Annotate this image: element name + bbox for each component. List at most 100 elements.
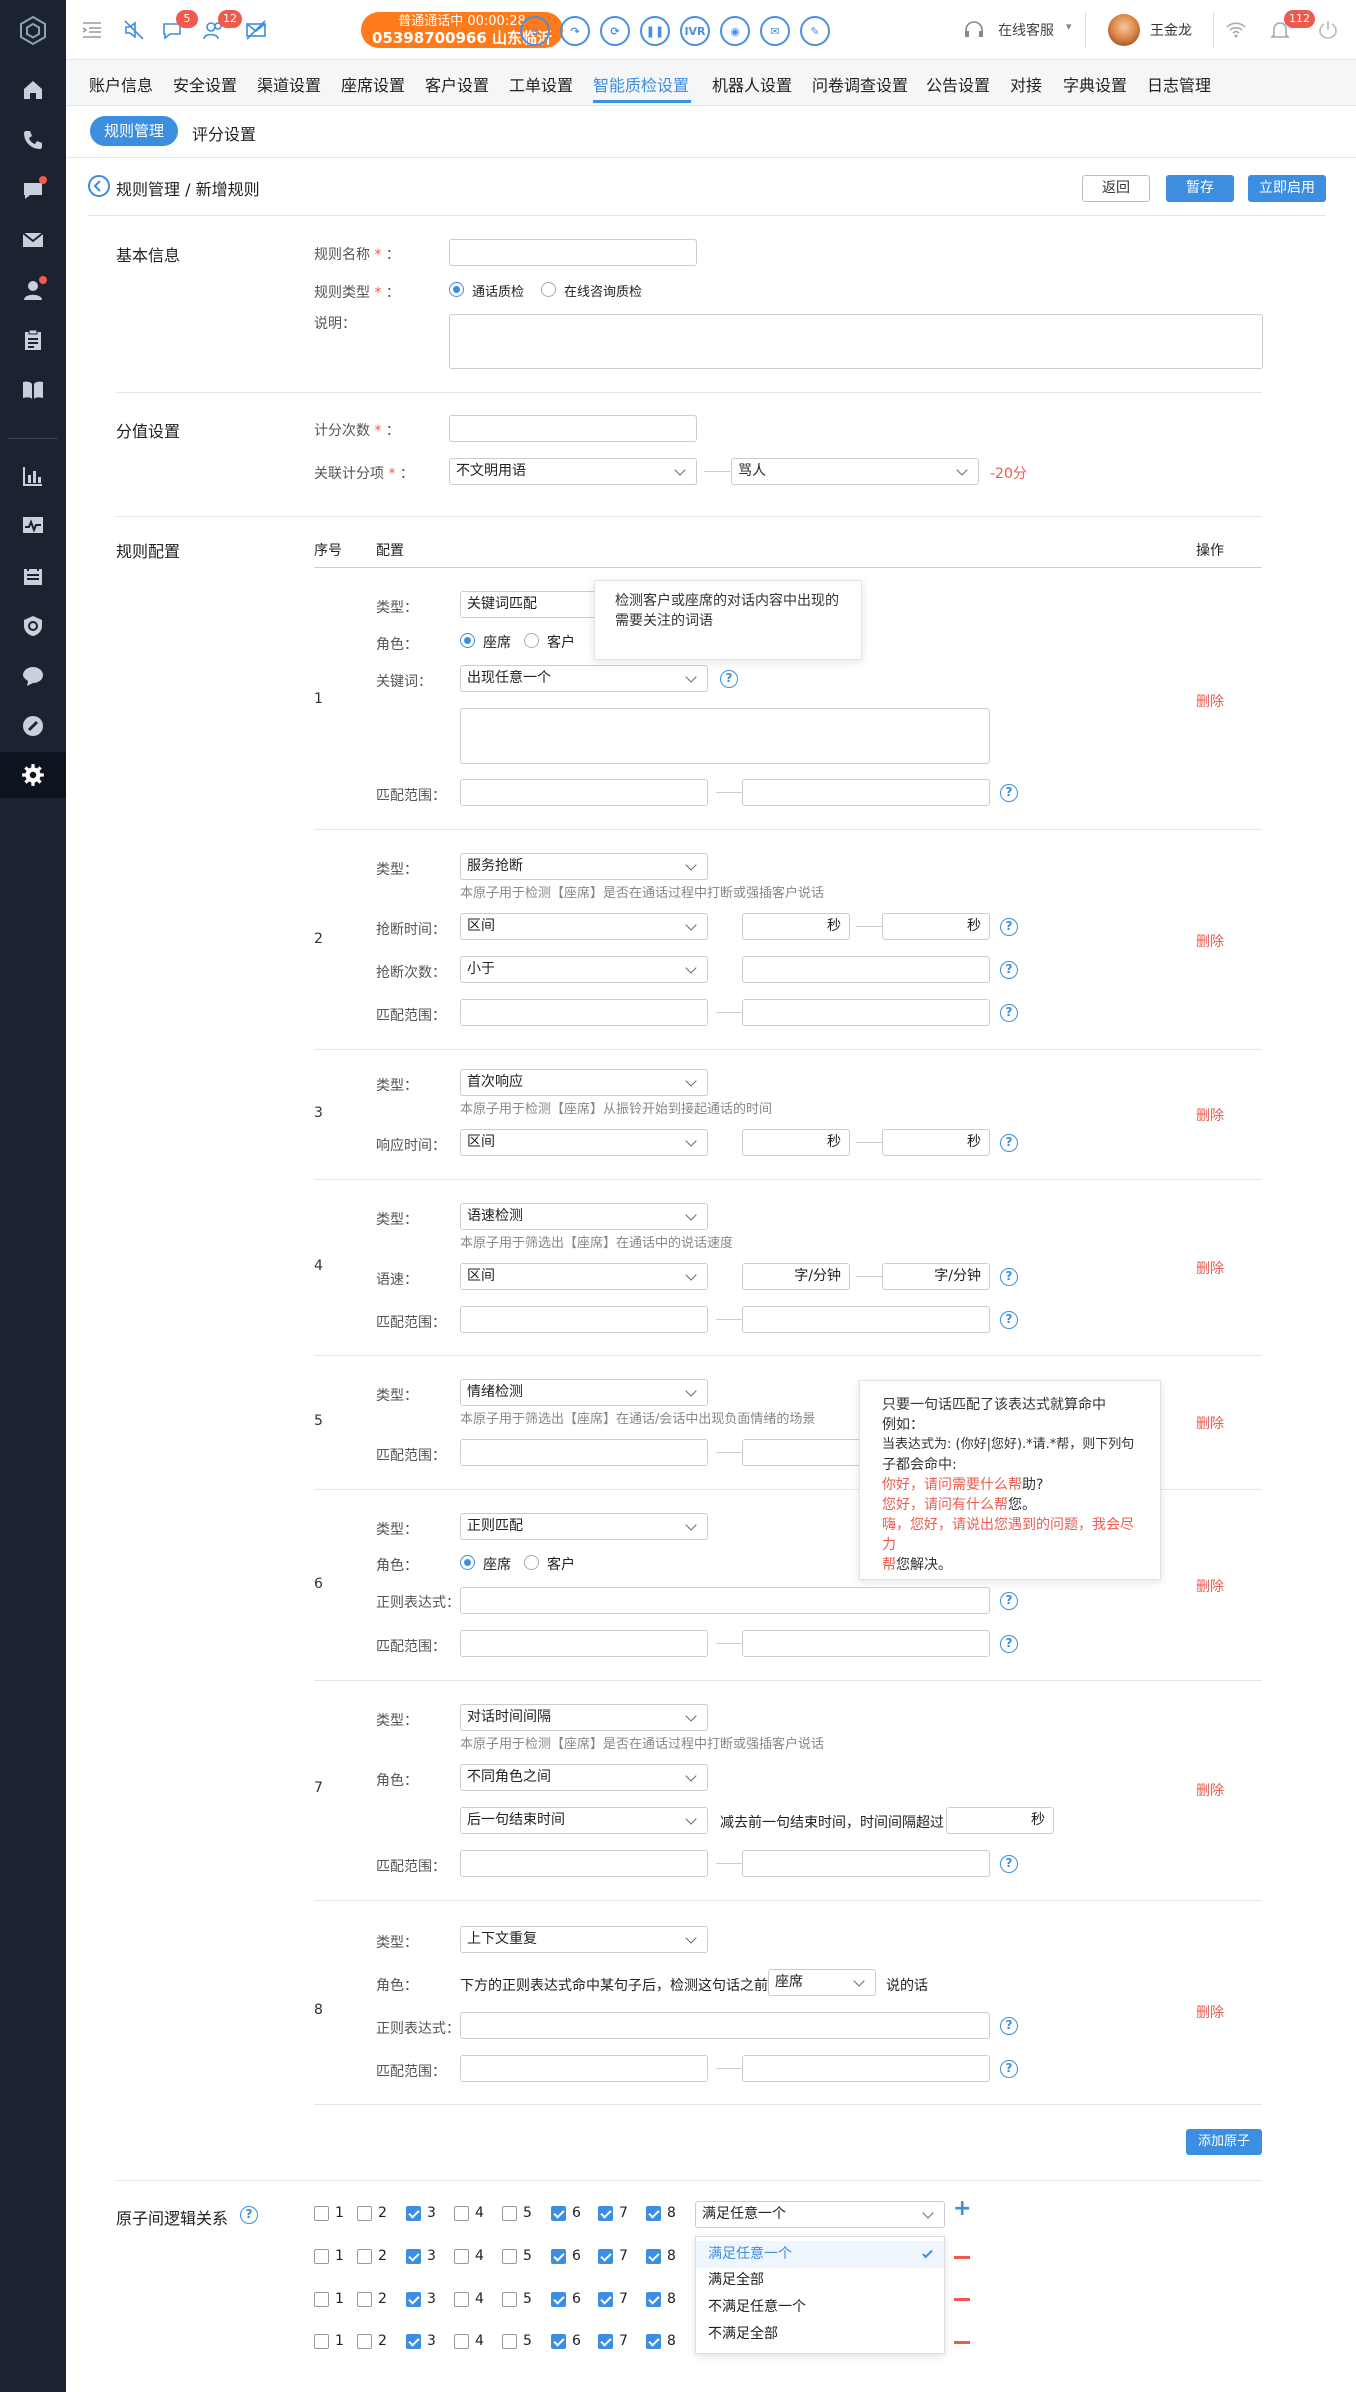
interrupt-max-input[interactable]: 秒 <box>882 913 990 940</box>
message-icon[interactable] <box>17 660 49 692</box>
radio-seat[interactable] <box>460 1555 475 1570</box>
delete-button[interactable]: 删除 <box>1196 2002 1224 2022</box>
logic-checkbox[interactable] <box>454 2292 469 2307</box>
logic-checkbox[interactable] <box>646 2334 661 2349</box>
regex-input[interactable] <box>460 1587 990 1614</box>
logic-checkbox[interactable] <box>502 2206 517 2221</box>
interval-input[interactable]: 秒 <box>946 1807 1054 1834</box>
speed-max-input[interactable]: 字/分钟 <box>882 1263 990 1290</box>
logic-checkbox[interactable] <box>454 2334 469 2349</box>
logic-checkbox[interactable] <box>646 2249 661 2264</box>
help-icon[interactable]: ? <box>1000 1855 1018 1873</box>
delete-button[interactable]: 删除 <box>1196 1258 1224 1278</box>
radio-customer[interactable] <box>524 1555 539 1570</box>
username[interactable]: 王金龙 <box>1150 20 1192 40</box>
mail-off-icon[interactable] <box>242 16 270 44</box>
logic-checkbox[interactable] <box>357 2249 372 2264</box>
logic-checkbox[interactable] <box>454 2206 469 2221</box>
dropdown-option[interactable]: 满足全部 <box>696 2267 944 2294</box>
range-start-input[interactable] <box>460 999 708 1026</box>
delete-button[interactable]: 删除 <box>1196 931 1224 951</box>
score-count-input[interactable] <box>449 415 697 442</box>
menu-seat[interactable]: 座席设置 <box>341 72 405 96</box>
remove-logic-icon[interactable] <box>954 2341 970 2344</box>
help-icon[interactable]: ? <box>720 670 738 688</box>
home-icon[interactable] <box>17 74 49 106</box>
help-icon[interactable]: ? <box>1000 1004 1018 1022</box>
radio-online-quality[interactable] <box>541 282 556 297</box>
keyword-mode-select[interactable]: 出现任意一个 <box>460 665 708 692</box>
range-end-input[interactable] <box>742 2055 990 2082</box>
logic-checkbox[interactable] <box>598 2334 613 2349</box>
chat-icon[interactable] <box>17 174 49 206</box>
help-icon[interactable]: ? <box>1000 1592 1018 1610</box>
interrupt-time-select[interactable]: 区间 <box>460 913 708 940</box>
range-start-input[interactable] <box>460 1850 708 1877</box>
interrupt-count-select[interactable]: 小于 <box>460 956 708 983</box>
collapse-icon[interactable] <box>78 16 106 44</box>
phone-icon[interactable] <box>17 124 49 156</box>
logic-checkbox[interactable] <box>454 2249 469 2264</box>
logic-checkbox[interactable] <box>357 2206 372 2221</box>
range-start-input[interactable] <box>460 1439 708 1466</box>
quality-shield-icon[interactable] <box>17 610 49 642</box>
back-button[interactable]: 返回 <box>1082 175 1150 202</box>
logic-checkbox[interactable] <box>357 2292 372 2307</box>
logic-checkbox[interactable] <box>314 2334 329 2349</box>
range-end-input[interactable] <box>742 999 990 1026</box>
logic-checkbox[interactable] <box>502 2292 517 2307</box>
range-start-input[interactable] <box>460 2055 708 2082</box>
logic-checkbox[interactable] <box>551 2334 566 2349</box>
menu-survey[interactable]: 问卷调查设置 <box>812 72 908 96</box>
logic-checkbox[interactable] <box>551 2206 566 2221</box>
radio-customer[interactable] <box>524 633 539 648</box>
refresh-icon[interactable]: ⟳ <box>600 16 630 46</box>
context-role-select[interactable]: 座席 <box>768 1969 876 1996</box>
bell-icon[interactable]: 112 <box>1266 10 1315 44</box>
menu-account[interactable]: 账户信息 <box>89 72 153 96</box>
description-textarea[interactable] <box>449 314 1263 369</box>
atom-type-select[interactable]: 上下文重复 <box>460 1926 708 1953</box>
help-icon[interactable]: ? <box>1000 1311 1018 1329</box>
ivr-button[interactable]: IVR <box>680 16 710 46</box>
avatar[interactable] <box>1108 14 1140 46</box>
clipboard-icon[interactable] <box>17 324 49 356</box>
logic-checkbox[interactable] <box>406 2249 421 2264</box>
response-max-input[interactable]: 秒 <box>882 1129 990 1156</box>
interrupt-min-input[interactable]: 秒 <box>742 913 850 940</box>
add-atom-button[interactable]: 添加原子 <box>1186 2129 1262 2155</box>
menu-integration[interactable]: 对接 <box>1010 72 1042 96</box>
help-icon[interactable]: ? <box>1000 2017 1018 2035</box>
help-icon[interactable]: ? <box>1000 961 1018 979</box>
power-icon[interactable] <box>1314 16 1342 44</box>
logic-checkbox[interactable] <box>646 2292 661 2307</box>
help-icon[interactable]: ? <box>1000 918 1018 936</box>
score-item-select[interactable]: 骂人 <box>731 458 979 485</box>
keyword-textarea[interactable] <box>460 708 990 764</box>
logic-checkbox[interactable] <box>406 2292 421 2307</box>
dropdown-option[interactable]: 不满足全部 <box>696 2321 944 2348</box>
link-icon[interactable] <box>17 710 49 742</box>
help-icon[interactable]: ? <box>1000 2060 1018 2078</box>
menu-dictionary[interactable]: 字典设置 <box>1063 72 1127 96</box>
consult-icon[interactable]: ◉ <box>720 16 750 46</box>
users-icon[interactable]: 12 <box>200 10 242 44</box>
end-time-select[interactable]: 后一句结束时间 <box>460 1807 708 1834</box>
menu-security[interactable]: 安全设置 <box>173 72 237 96</box>
bar-chart-icon[interactable] <box>17 460 49 492</box>
logic-mode-select[interactable]: 满足任意一个 <box>695 2201 945 2228</box>
online-service-label[interactable]: 在线客服 <box>998 20 1054 40</box>
range-start-input[interactable] <box>460 1630 708 1657</box>
tag-icon[interactable]: ✎ <box>800 16 830 46</box>
tab-rule-management[interactable]: 规则管理 <box>90 116 178 146</box>
logic-checkbox[interactable] <box>406 2206 421 2221</box>
hangup-icon[interactable]: ☏ <box>520 16 550 46</box>
role-relation-select[interactable]: 不同角色之间 <box>460 1764 708 1791</box>
logic-checkbox[interactable] <box>598 2206 613 2221</box>
logic-checkbox[interactable] <box>314 2206 329 2221</box>
logic-checkbox[interactable] <box>502 2334 517 2349</box>
range-end-input[interactable] <box>742 1630 990 1657</box>
help-icon[interactable]: ? <box>240 2206 258 2224</box>
logic-checkbox[interactable] <box>406 2334 421 2349</box>
user-icon[interactable] <box>17 274 49 306</box>
